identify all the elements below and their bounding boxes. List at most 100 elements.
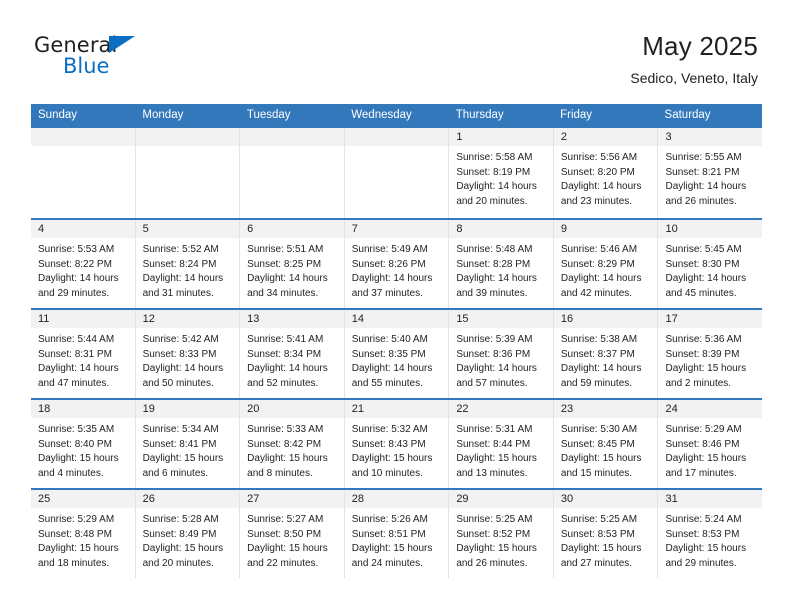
day-details [345, 146, 449, 151]
day-details [240, 146, 344, 151]
day-detail-line: Sunset: 8:52 PM [456, 528, 531, 540]
day-details: Sunrise: 5:32 AM Sunset: 8:43 PM Daylight:… [345, 418, 449, 481]
day-detail-line: Sunset: 8:22 PM [38, 258, 112, 270]
calendar-day-cell[interactable]: 20 Sunrise: 5:33 AM Sunset: 8:42 PM Dayligh… [240, 400, 345, 488]
calendar-day-cell[interactable]: 10 Sunrise: 5:45 AM Sunset: 8:30 PM Dayligh… [658, 220, 763, 308]
day-detail-line: Daylight: 14 hours [247, 273, 328, 284]
day-detail-line: Sunset: 8:34 PM [247, 348, 322, 360]
calendar-weeks: 1 Sunrise: 5:58 AM Sunset: 8:19 PM Daylight… [31, 128, 763, 578]
calendar-day-cell[interactable]: 24 Sunrise: 5:29 AM Sunset: 8:46 PM Dayligh… [658, 400, 763, 488]
day-detail-line: Sunset: 8:30 PM [665, 258, 740, 270]
day-detail-line: and 6 minutes. [142, 467, 209, 479]
calendar-day-cell[interactable]: 2 Sunrise: 5:56 AM Sunset: 8:20 PM Daylight… [553, 128, 659, 218]
day-detail-line: Sunrise: 5:44 AM [38, 334, 115, 345]
day-detail-line: and 27 minutes. [560, 557, 633, 569]
day-detail-line: and 29 minutes. [38, 287, 110, 299]
day-detail-line: Daylight: 14 hours [456, 181, 537, 192]
day-number: 22 [449, 400, 553, 418]
day-detail-line: Daylight: 15 hours [142, 453, 224, 464]
day-detail-line: Sunset: 8:20 PM [560, 166, 635, 178]
day-detail-line: Sunrise: 5:33 AM [247, 424, 324, 435]
calendar-day-cell[interactable]: 13 Sunrise: 5:41 AM Sunset: 8:34 PM Dayligh… [240, 310, 345, 398]
day-detail-line: Daylight: 15 hours [38, 453, 119, 464]
day-details: Sunrise: 5:52 AM Sunset: 8:24 PM Daylight:… [136, 238, 240, 301]
day-detail-line: Sunset: 8:53 PM [665, 528, 740, 540]
calendar-grid: Sunday Monday Tuesday Wednesday Thursday Frid… [31, 104, 763, 578]
triangle-flag-icon [109, 36, 135, 53]
calendar-day-cell[interactable]: 8 Sunrise: 5:48 AM Sunset: 8:28 PM Daylight… [449, 220, 554, 308]
calendar-day-cell[interactable]: 17 Sunrise: 5:36 AM Sunset: 8:39 PM Dayligh… [658, 310, 763, 398]
calendar-day-cell[interactable]: 9 Sunrise: 5:46 AM Sunset: 8:29 PM Daylight… [553, 220, 659, 308]
calendar-page: General Blue May 2025 Sedico, Veneto, It… [0, 0, 792, 612]
day-details: Sunrise: 5:28 AM Sunset: 8:49 PM Daylight:… [136, 508, 240, 571]
calendar-day-cell[interactable]: 4 Sunrise: 5:53 AM Sunset: 8:22 PM Daylight… [31, 220, 136, 308]
calendar-week-row: 18 Sunrise: 5:35 AM Sunset: 8:40 PM Dayligh… [31, 398, 763, 488]
calendar-day-cell[interactable]: 5 Sunrise: 5:52 AM Sunset: 8:24 PM Daylight… [135, 220, 241, 308]
day-detail-line: and 2 minutes. [665, 377, 732, 389]
day-detail-line: and 22 minutes. [247, 557, 319, 569]
day-number: 3 [658, 128, 763, 146]
day-number: 15 [449, 310, 553, 328]
day-detail-line: Daylight: 14 hours [142, 363, 224, 374]
calendar-day-cell[interactable]: 29 Sunrise: 5:25 AM Sunset: 8:52 PM Dayligh… [449, 490, 554, 578]
weekday-header-thursday: Thursday [455, 109, 504, 121]
calendar-day-cell[interactable]: 7 Sunrise: 5:49 AM Sunset: 8:26 PM Daylight… [344, 220, 450, 308]
calendar-day-cell[interactable]: 11 Sunrise: 5:44 AM Sunset: 8:31 PM Dayligh… [31, 310, 136, 398]
calendar-day-cell[interactable]: 16 Sunrise: 5:38 AM Sunset: 8:37 PM Dayligh… [553, 310, 659, 398]
calendar-day-cell[interactable]: 28 Sunrise: 5:26 AM Sunset: 8:51 PM Dayligh… [344, 490, 450, 578]
day-detail-line: Daylight: 15 hours [351, 453, 433, 464]
day-detail-line: Daylight: 15 hours [247, 543, 328, 554]
day-number: 14 [344, 310, 449, 328]
day-detail-line: Daylight: 14 hours [247, 363, 328, 374]
page-header: General Blue May 2025 Sedico, Veneto, It… [34, 30, 758, 92]
calendar-day-cell[interactable]: 18 Sunrise: 5:35 AM Sunset: 8:40 PM Dayligh… [31, 400, 136, 488]
day-detail-line: and 42 minutes. [560, 287, 633, 299]
day-detail-line: Sunset: 8:43 PM [351, 438, 426, 450]
day-detail-line: Daylight: 15 hours [38, 543, 119, 554]
day-detail-line: Sunrise: 5:31 AM [456, 424, 533, 435]
day-number [31, 128, 135, 146]
calendar-day-cell[interactable]: 23 Sunrise: 5:30 AM Sunset: 8:45 PM Dayligh… [553, 400, 659, 488]
day-number: 30 [553, 490, 658, 508]
day-detail-line: and 18 minutes. [38, 557, 110, 569]
calendar-day-cell-empty [135, 128, 241, 218]
calendar-day-cell[interactable]: 1 Sunrise: 5:58 AM Sunset: 8:19 PM Daylight… [449, 128, 554, 218]
day-detail-line: Sunrise: 5:53 AM [38, 244, 115, 255]
calendar-day-cell[interactable]: 15 Sunrise: 5:39 AM Sunset: 8:36 PM Dayligh… [449, 310, 554, 398]
calendar-day-cell[interactable]: 12 Sunrise: 5:42 AM Sunset: 8:33 PM Dayligh… [135, 310, 241, 398]
calendar-day-cell[interactable]: 14 Sunrise: 5:40 AM Sunset: 8:35 PM Dayligh… [344, 310, 450, 398]
day-number [344, 128, 449, 146]
day-number: 8 [449, 220, 553, 238]
day-details: Sunrise: 5:48 AM Sunset: 8:28 PM Daylight:… [449, 238, 553, 301]
calendar-day-cell[interactable]: 6 Sunrise: 5:51 AM Sunset: 8:25 PM Daylight… [240, 220, 345, 308]
day-details: Sunrise: 5:35 AM Sunset: 8:40 PM Daylight:… [31, 418, 135, 481]
day-detail-line: Sunrise: 5:28 AM [142, 514, 219, 525]
day-number: 5 [135, 220, 240, 238]
calendar-day-cell[interactable]: 26 Sunrise: 5:28 AM Sunset: 8:49 PM Dayligh… [135, 490, 241, 578]
calendar-day-cell-empty [344, 128, 450, 218]
day-details: Sunrise: 5:53 AM Sunset: 8:22 PM Daylight:… [31, 238, 135, 301]
day-number: 16 [553, 310, 658, 328]
day-detail-line: and 15 minutes. [560, 467, 633, 479]
calendar-week-row: 1 Sunrise: 5:58 AM Sunset: 8:19 PM Daylight… [31, 128, 763, 218]
day-detail-line: Sunrise: 5:29 AM [38, 514, 115, 525]
calendar-day-cell[interactable]: 27 Sunrise: 5:27 AM Sunset: 8:50 PM Dayligh… [240, 490, 345, 578]
calendar-day-cell[interactable]: 21 Sunrise: 5:32 AM Sunset: 8:43 PM Dayligh… [344, 400, 450, 488]
day-number: 6 [240, 220, 344, 238]
day-details [31, 146, 135, 151]
brand-logo[interactable]: General Blue [34, 30, 154, 90]
day-number: 19 [135, 400, 240, 418]
day-number: 2 [553, 128, 658, 146]
day-detail-line: Daylight: 14 hours [665, 273, 747, 284]
day-detail-line: Sunset: 8:33 PM [142, 348, 217, 360]
calendar-day-cell[interactable]: 19 Sunrise: 5:34 AM Sunset: 8:41 PM Dayligh… [135, 400, 241, 488]
calendar-day-cell[interactable]: 31 Sunrise: 5:24 AM Sunset: 8:53 PM Dayligh… [658, 490, 763, 578]
day-detail-line: Daylight: 14 hours [665, 181, 747, 192]
calendar-day-cell[interactable]: 22 Sunrise: 5:31 AM Sunset: 8:44 PM Dayligh… [449, 400, 554, 488]
day-number: 10 [658, 220, 763, 238]
day-detail-line: Daylight: 15 hours [665, 363, 747, 374]
day-detail-line: Sunset: 8:26 PM [351, 258, 426, 270]
calendar-day-cell[interactable]: 25 Sunrise: 5:29 AM Sunset: 8:48 PM Dayligh… [31, 490, 136, 578]
calendar-day-cell[interactable]: 30 Sunrise: 5:25 AM Sunset: 8:53 PM Dayligh… [553, 490, 659, 578]
calendar-day-cell[interactable]: 3 Sunrise: 5:55 AM Sunset: 8:21 PM Daylight… [658, 128, 763, 218]
